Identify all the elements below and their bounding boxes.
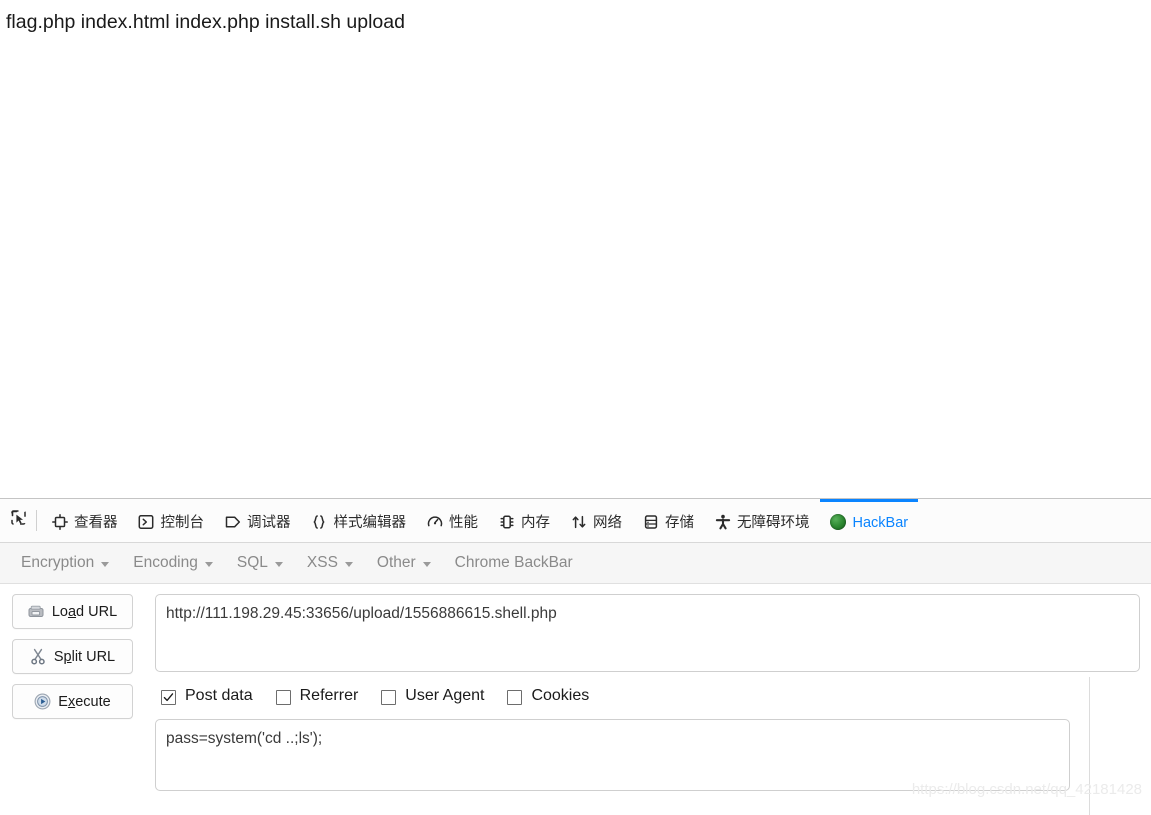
tab-accessibility[interactable]: 无障碍环境 (704, 499, 820, 542)
menu-sql[interactable]: SQL (228, 550, 298, 576)
execute-button[interactable]: Execute (12, 684, 133, 719)
checkbox-cookies[interactable]: Cookies (507, 687, 589, 705)
menu-encryption-label: Encryption (21, 554, 95, 571)
tab-network[interactable]: 网络 (560, 499, 632, 542)
split-url-button[interactable]: Split URL (12, 639, 133, 674)
checkbox-cookies-box (507, 689, 523, 705)
post-data-input[interactable] (155, 719, 1070, 791)
hackbar-body: Load URL Split URL Execute http://111.19… (0, 584, 1151, 815)
tab-accessibility-label: 无障碍环境 (737, 514, 810, 531)
tab-debugger[interactable]: 调试器 (214, 499, 301, 542)
checkbox-post-data[interactable]: Post data (161, 687, 253, 705)
browser-window: flag.php index.html index.php install.sh… (0, 0, 1151, 815)
inspector-icon (51, 514, 68, 531)
network-icon (570, 514, 587, 531)
toolbar-separator (36, 510, 37, 531)
devtools-toolbar: 查看器 控制台 调试器 样式编辑器 性能 内存 网络 存储 无障碍环境 Hack… (0, 499, 1151, 543)
tab-memory-label: 内存 (521, 514, 550, 531)
tab-debugger-label: 调试器 (247, 514, 291, 531)
chevron-down-icon (274, 561, 283, 567)
checkbox-user-agent-label: User Agent (405, 687, 485, 704)
checkbox-referrer-box (275, 689, 291, 705)
hackbar-action-buttons: Load URL Split URL Execute (0, 594, 155, 719)
element-picker-button[interactable] (2, 499, 36, 542)
panel-divider (1089, 677, 1090, 815)
tab-storage[interactable]: 存储 (632, 499, 704, 542)
split-url-icon (30, 648, 47, 665)
menu-sql-label: SQL (236, 554, 268, 571)
tab-style-editor-label: 样式编辑器 (333, 514, 407, 531)
menu-encoding-label: Encoding (133, 554, 198, 571)
tab-hackbar-label: HackBar (852, 514, 909, 531)
menu-xss-label: XSS (306, 554, 338, 571)
execute-label: Execute (58, 693, 111, 710)
hackbar-icon (830, 514, 847, 531)
performance-icon (426, 514, 443, 531)
chevron-down-icon (204, 561, 213, 567)
menu-other-label: Other (376, 554, 416, 571)
checkbox-post-data-label: Post data (185, 687, 253, 704)
checkbox-referrer[interactable]: Referrer (275, 687, 359, 705)
tab-performance-label: 性能 (449, 514, 478, 531)
tab-memory[interactable]: 内存 (488, 499, 560, 542)
load-url-button[interactable]: Load URL (12, 594, 133, 629)
console-icon (138, 514, 155, 531)
tab-hackbar[interactable]: HackBar (819, 499, 919, 542)
menu-chrome-backbar-label: Chrome BackBar (454, 554, 573, 571)
load-url-icon (28, 603, 45, 620)
tab-performance[interactable]: 性能 (416, 499, 488, 542)
checkbox-post-data-box (161, 689, 176, 705)
page-content-area: flag.php index.html index.php install.sh… (0, 0, 1151, 498)
hackbar-fields: Post data Referrer User (155, 594, 1151, 791)
load-url-label: Load URL (51, 603, 118, 620)
directory-listing-text: flag.php index.html index.php install.sh… (6, 11, 405, 33)
chevron-down-icon (422, 561, 431, 567)
chevron-down-icon (101, 561, 110, 567)
tab-console-label: 控制台 (160, 514, 205, 531)
style-editor-icon (311, 514, 328, 531)
tab-storage-label: 存储 (665, 514, 694, 531)
execute-icon (34, 693, 51, 710)
accessibility-icon (714, 514, 731, 531)
devtools-panel: 查看器 控制台 调试器 样式编辑器 性能 内存 网络 存储 无障碍环境 Hack… (0, 498, 1151, 815)
tab-style-editor[interactable]: 样式编辑器 (301, 499, 417, 542)
checkbox-cookies-label: Cookies (531, 687, 590, 704)
url-input[interactable] (155, 594, 1140, 672)
hackbar-menubar: Encryption Encoding SQL XSS Other Chrome… (0, 543, 1151, 584)
element-picker-icon (10, 509, 28, 532)
tab-console[interactable]: 控制台 (128, 499, 215, 542)
menu-other[interactable]: Other (368, 550, 446, 576)
menu-encryption[interactable]: Encryption (12, 550, 124, 576)
debugger-icon (224, 514, 241, 531)
menu-xss[interactable]: XSS (298, 550, 368, 576)
checkbox-user-agent[interactable]: User Agent (381, 687, 484, 705)
chevron-down-icon (344, 561, 353, 567)
tab-inspector[interactable]: 查看器 (41, 499, 128, 542)
menu-encoding[interactable]: Encoding (124, 550, 228, 576)
tab-inspector-label: 查看器 (74, 514, 118, 531)
request-options-row: Post data Referrer User Agent Cookies (155, 687, 1151, 705)
split-url-label: Split URL (53, 648, 116, 665)
checkbox-referrer-label: Referrer (299, 687, 359, 704)
checkbox-user-agent-box (381, 689, 397, 705)
menu-chrome-backbar[interactable]: Chrome BackBar (446, 550, 588, 576)
tab-network-label: 网络 (593, 514, 622, 531)
storage-icon (642, 514, 659, 531)
memory-icon (498, 514, 515, 531)
